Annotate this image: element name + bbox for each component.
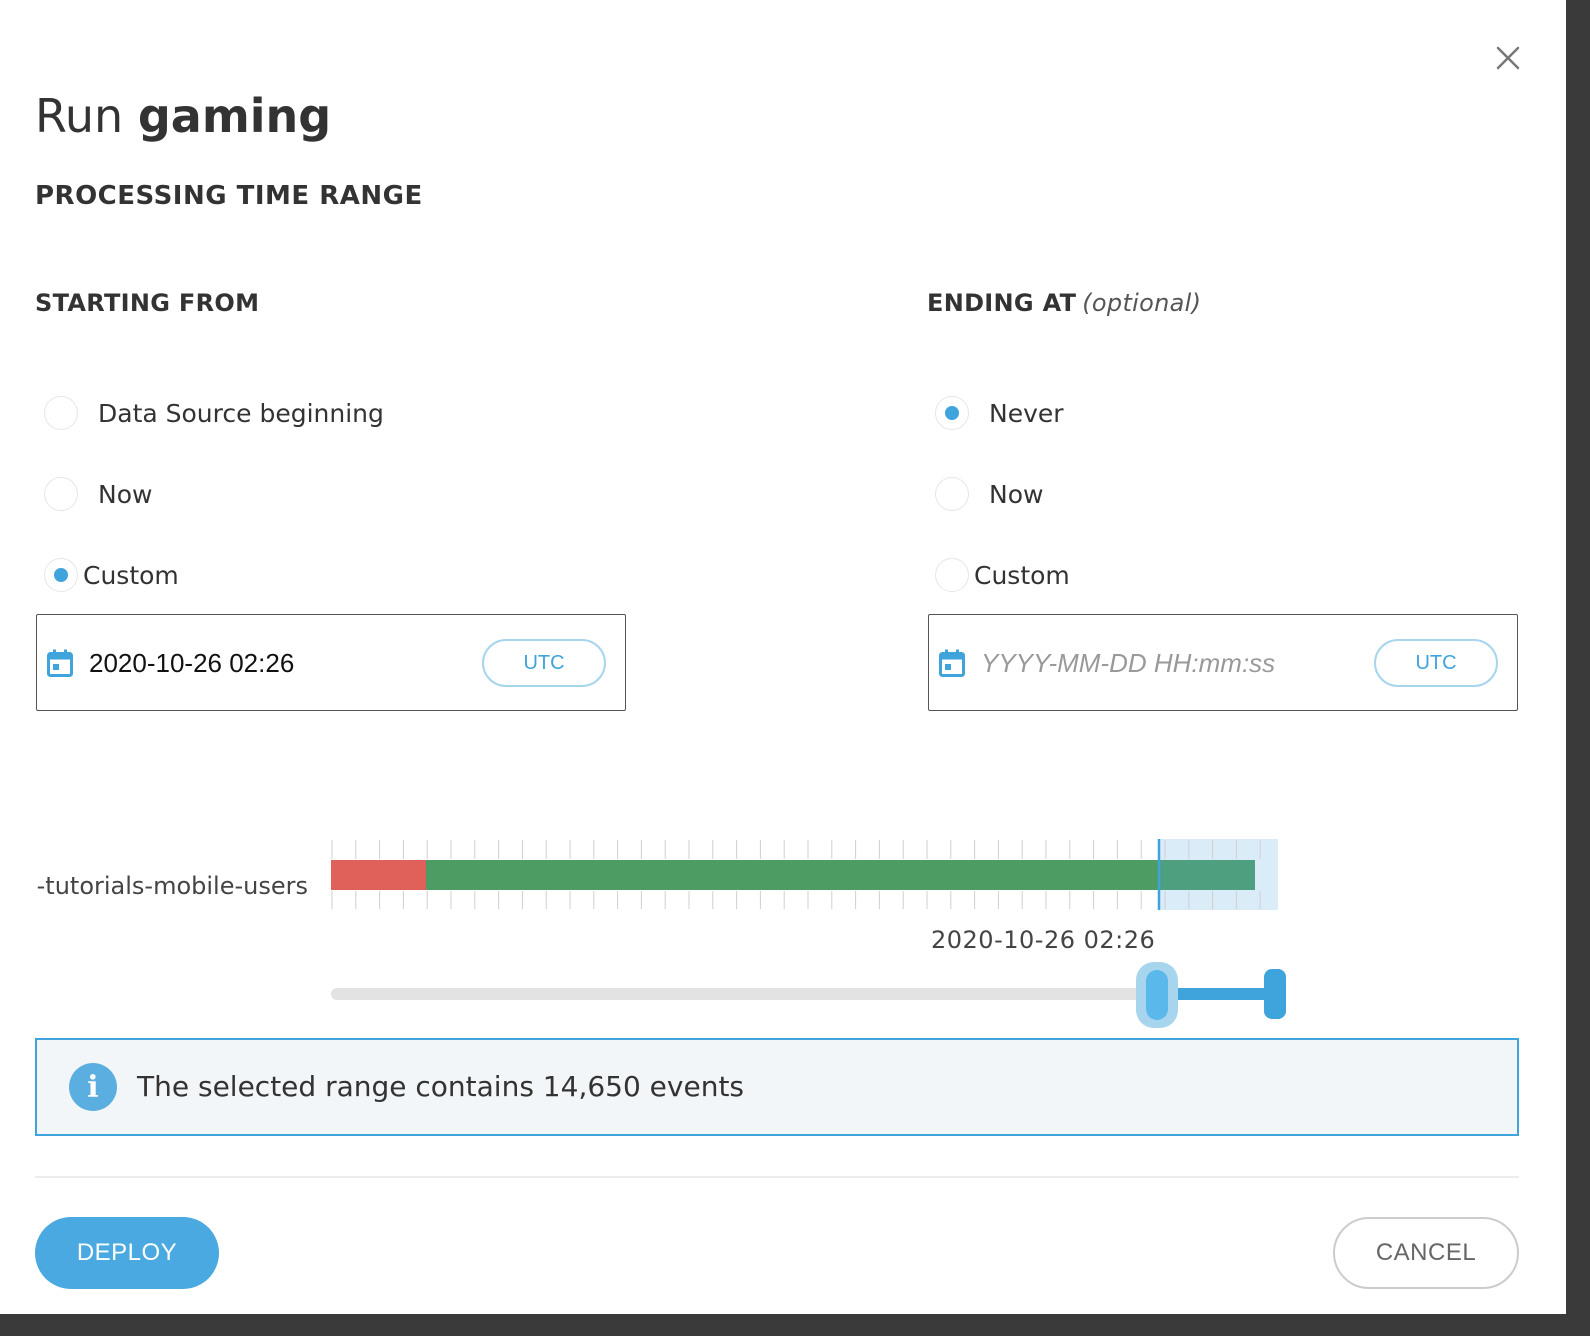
range-slider-selected — [1170, 988, 1278, 1000]
range-slider-start-handle[interactable] — [1136, 962, 1178, 1028]
run-dialog: Run gaming PROCESSING TIME RANGE STARTIN… — [0, 0, 1566, 1314]
close-icon — [1496, 46, 1520, 70]
end-option-now[interactable]: Now — [935, 474, 1043, 514]
end-date-input[interactable] — [981, 643, 1371, 683]
info-icon: i — [69, 1063, 117, 1111]
timeline-available-segment — [426, 860, 1159, 890]
end-timezone-button[interactable]: UTC — [1374, 639, 1498, 687]
timeline-missing-segment — [331, 860, 426, 890]
close-button[interactable] — [1490, 40, 1526, 76]
slider-start-label: 2020-10-26 02:26 — [931, 926, 1156, 954]
footer-divider — [35, 1176, 1519, 1178]
start-option-label: Now — [98, 479, 153, 509]
end-option-custom[interactable]: Custom — [935, 555, 1070, 595]
dialog-title: Run gaming — [35, 86, 331, 146]
timeline-chart — [331, 839, 1278, 910]
ending-at-heading-text: ENDING AT — [927, 289, 1077, 317]
timeline-selected-segment — [1159, 860, 1255, 890]
start-radio-data-source-beginning[interactable] — [44, 396, 78, 430]
starting-from-heading: STARTING FROM — [35, 288, 259, 318]
timeline-ticks-bottom — [331, 891, 1261, 909]
starting-from-heading-text: STARTING FROM — [35, 289, 260, 317]
calendar-icon — [47, 649, 73, 677]
start-option-now[interactable]: Now — [44, 474, 152, 514]
end-radio-never[interactable] — [935, 396, 969, 430]
start-date-field[interactable]: 2020-10-26 02:26 UTC — [36, 614, 626, 711]
start-option-custom[interactable]: Custom — [44, 555, 179, 595]
range-slider-end-handle[interactable] — [1264, 969, 1286, 1019]
start-radio-now[interactable] — [44, 477, 78, 511]
start-option-label: Custom — [83, 560, 179, 590]
data-source-name-text: -tutorials-mobile-users — [36, 872, 308, 900]
cancel-button[interactable]: CANCEL — [1333, 1217, 1519, 1289]
start-radio-custom[interactable] — [44, 558, 78, 592]
info-message: The selected range contains 14,650 event… — [137, 1070, 745, 1103]
section-heading: PROCESSING TIME RANGE — [35, 181, 423, 211]
end-date-field[interactable]: UTC — [928, 614, 1518, 711]
ending-at-optional-note: (optional) — [1082, 289, 1202, 317]
data-source-name: -tutorials-mobile-users — [0, 870, 308, 902]
timeline-ticks-top — [331, 840, 1261, 859]
start-date-value[interactable]: 2020-10-26 02:26 — [89, 645, 294, 681]
start-option-label: Data Source beginning — [98, 398, 384, 428]
end-option-label: Never — [989, 398, 1064, 428]
info-banner: i The selected range contains 14,650 eve… — [35, 1038, 1519, 1136]
end-radio-custom[interactable] — [935, 558, 969, 592]
ending-at-heading: ENDING AT (optional) — [927, 288, 1201, 318]
end-option-label: Custom — [974, 560, 1070, 590]
deploy-button[interactable]: DEPLOY — [35, 1217, 219, 1289]
end-option-never[interactable]: Never — [935, 393, 1064, 433]
end-option-label: Now — [989, 479, 1044, 509]
title-prefix: Run — [35, 89, 124, 143]
start-timezone-button[interactable]: UTC — [482, 639, 606, 687]
title-pipeline-name: gaming — [137, 89, 332, 143]
start-option-data-source-beginning[interactable]: Data Source beginning — [44, 393, 384, 433]
calendar-icon — [939, 649, 965, 677]
end-radio-now[interactable] — [935, 477, 969, 511]
